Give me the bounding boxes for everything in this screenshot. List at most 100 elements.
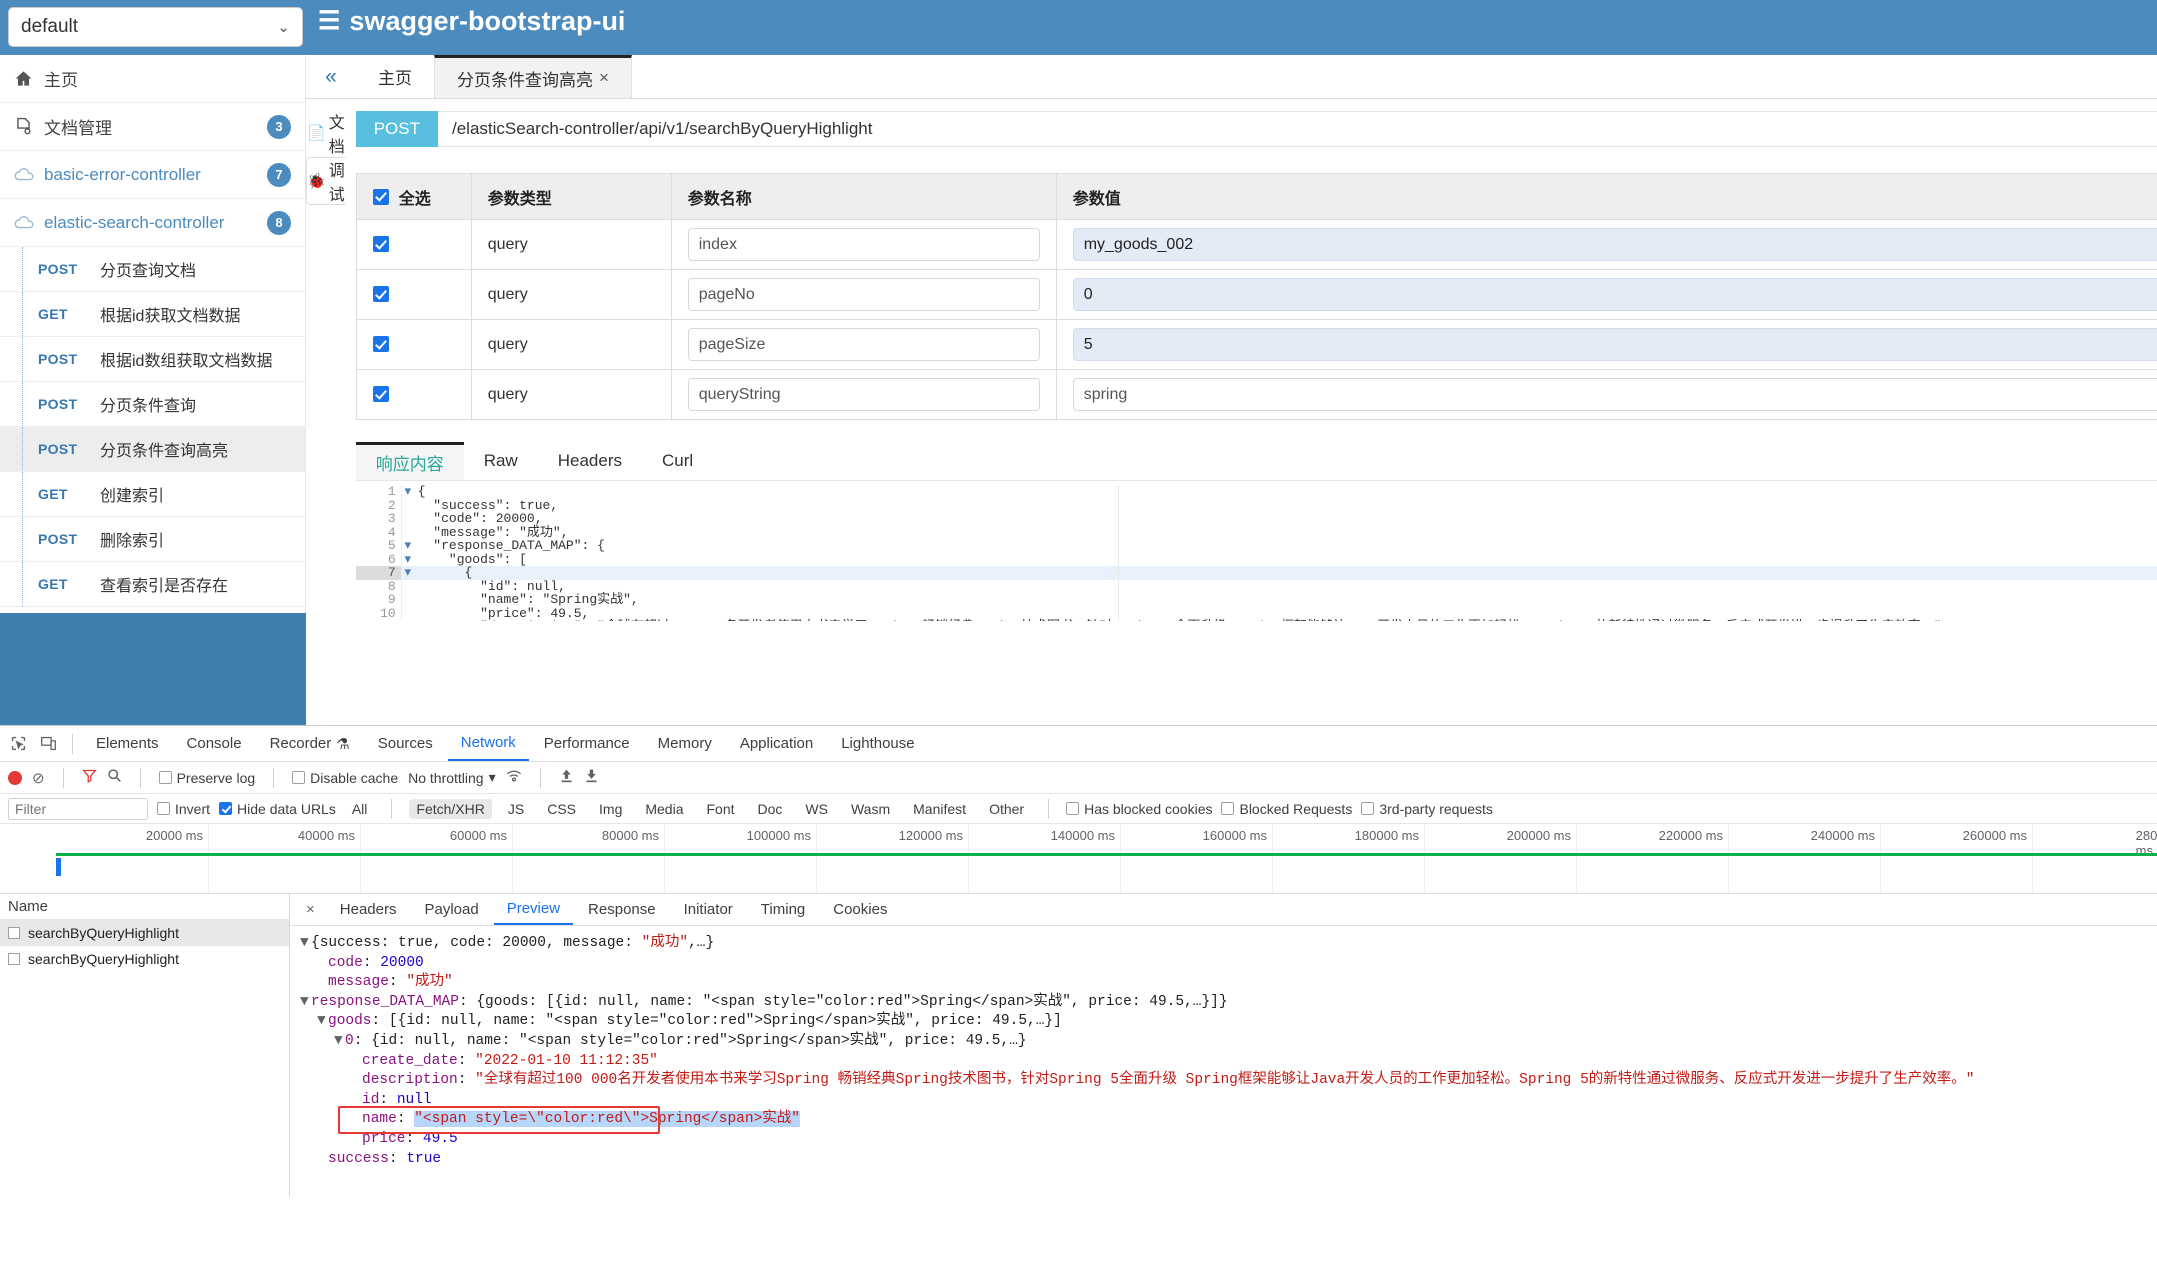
- preserve-log-toggle[interactable]: Preserve log: [158, 770, 255, 786]
- preview-tree-line[interactable]: ▼ goods: [{id: null, name: "<span style="…: [300, 1012, 2157, 1032]
- close-icon[interactable]: ×: [296, 901, 325, 918]
- filter-type-other[interactable]: Other: [982, 799, 1031, 819]
- api-item[interactable]: POST 分页条件查询: [0, 382, 305, 427]
- preview-tree-line[interactable]: price: 49.5: [300, 1130, 2157, 1150]
- preview-tree-line[interactable]: ▼ 0: {id: null, name: "<span style="color…: [300, 1032, 2157, 1052]
- has-blocked-cookies-checkbox[interactable]: [1066, 802, 1080, 815]
- code-fold-arrow-icon[interactable]: ▾: [402, 539, 414, 553]
- disable-cache-checkbox[interactable]: [292, 771, 306, 784]
- request-row-selected[interactable]: searchByQueryHighlight: [0, 920, 289, 946]
- api-item[interactable]: POST 删除索引: [0, 517, 305, 562]
- preview-tree-line[interactable]: name: "<span style=\"color:red\">Spring<…: [300, 1110, 2157, 1130]
- filter-input[interactable]: [8, 797, 148, 820]
- param-name-input[interactable]: [687, 378, 1040, 411]
- detail-tab-preview[interactable]: Preview: [493, 894, 574, 925]
- preserve-log-checkbox[interactable]: [158, 771, 172, 784]
- select-all-checkbox[interactable]: [372, 188, 389, 205]
- menu-icon[interactable]: ☰: [318, 9, 340, 34]
- preview-json-tree[interactable]: ▼ {success: true, code: 20000, message: "…: [290, 926, 2157, 1169]
- double-chevron-left-icon[interactable]: «: [306, 55, 356, 98]
- param-name-input[interactable]: [687, 328, 1040, 361]
- disable-cache-toggle[interactable]: Disable cache: [292, 770, 398, 786]
- response-tab-curl[interactable]: Curl: [642, 442, 713, 480]
- close-icon[interactable]: ×: [599, 68, 609, 88]
- disclosure-triangle-icon[interactable]: ▼: [334, 1032, 345, 1052]
- filter-type-media[interactable]: Media: [638, 799, 690, 819]
- param-value-input[interactable]: [1072, 228, 2157, 261]
- filter-type-all[interactable]: All: [345, 799, 375, 819]
- code-fold-arrow-icon[interactable]: ▾: [402, 485, 414, 499]
- invert-checkbox[interactable]: [157, 802, 170, 815]
- devtools-tab-lighthouse[interactable]: Lighthouse: [828, 726, 927, 761]
- export-har-icon[interactable]: [584, 768, 599, 787]
- search-icon[interactable]: [107, 768, 122, 787]
- param-value-input[interactable]: [1072, 328, 2157, 361]
- row-checkbox[interactable]: [372, 236, 389, 253]
- row-checkbox[interactable]: [372, 386, 389, 403]
- preview-tree-line[interactable]: message: "成功": [300, 973, 2157, 993]
- disclosure-triangle-icon[interactable]: ▼: [300, 993, 311, 1013]
- request-row[interactable]: searchByQueryHighlight: [0, 946, 289, 972]
- preview-tree-line[interactable]: description: "全球有超过100 000名开发者使用本书来学习Spr…: [300, 1071, 2157, 1091]
- filter-type-fetch-xhr[interactable]: Fetch/XHR: [409, 798, 492, 819]
- filter-type-ws[interactable]: WS: [798, 799, 835, 819]
- response-code-editor[interactable]: 1 ▾{2 "success": true, 3 "code": 20000, 4 "…: [355, 485, 2157, 621]
- network-timeline[interactable]: 20000 ms 40000 ms 60000 ms 80000 ms 100000 m…: [0, 824, 2157, 894]
- sidebar-item-basic-error-controller[interactable]: basic-error-controller 7: [0, 151, 305, 199]
- record-stop-icon[interactable]: [8, 770, 22, 785]
- third-party-requests-toggle[interactable]: 3rd-party requests: [1361, 801, 1493, 817]
- preview-tree-line[interactable]: success: true: [300, 1150, 2157, 1170]
- preview-tree-line[interactable]: code: 20000: [300, 954, 2157, 974]
- api-item[interactable]: POST 根据id数组获取文档数据: [0, 337, 305, 382]
- hide-data-urls-toggle[interactable]: Hide data URLs: [219, 801, 336, 817]
- clear-icon[interactable]: ⊘: [32, 769, 45, 787]
- detail-tab-headers[interactable]: Headers: [327, 894, 410, 925]
- code-fold-arrow-icon[interactable]: ▾: [402, 566, 414, 580]
- preview-tree-line[interactable]: create_date: "2022-01-10 11:12:35": [300, 1052, 2157, 1072]
- row-checkbox[interactable]: [372, 286, 389, 303]
- sidebar-item-elastic-search-controller[interactable]: elastic-search-controller 8: [0, 199, 305, 247]
- row-checkbox[interactable]: [372, 336, 389, 353]
- blocked-requests-toggle[interactable]: Blocked Requests: [1221, 801, 1352, 817]
- devtools-tab-network[interactable]: Network: [447, 726, 529, 761]
- api-item[interactable]: GET 查看索引是否存在: [0, 562, 305, 607]
- detail-tab-payload[interactable]: Payload: [411, 894, 491, 925]
- devtools-tab-console[interactable]: Console: [174, 726, 255, 761]
- detail-tab-timing[interactable]: Timing: [748, 894, 818, 925]
- content-tab-home[interactable]: 主页: [356, 55, 434, 98]
- request-url[interactable]: /elasticSearch-controller/api/v1/searchB…: [438, 111, 2157, 147]
- funnel-icon[interactable]: [81, 768, 97, 787]
- detail-tab-response[interactable]: Response: [575, 894, 669, 925]
- response-tab-headers[interactable]: Headers: [538, 442, 642, 480]
- param-name-input[interactable]: [687, 228, 1040, 261]
- devtools-tab-memory[interactable]: Memory: [645, 726, 725, 761]
- param-value-input[interactable]: [1072, 378, 2157, 411]
- filter-type-css[interactable]: CSS: [540, 799, 583, 819]
- filter-type-js[interactable]: JS: [501, 799, 531, 819]
- preview-tree-line[interactable]: ▼ response_DATA_MAP: {goods: [{id: null, …: [300, 993, 2157, 1013]
- device-toolbar-icon[interactable]: [34, 730, 62, 758]
- content-tab-active[interactable]: 分页条件查询高亮 ×: [434, 55, 632, 98]
- api-item-selected[interactable]: POST 分页条件查询高亮: [0, 427, 305, 472]
- param-value-input[interactable]: [1072, 278, 2157, 311]
- sidebar-item-doc-management[interactable]: 文档管理 3: [0, 103, 305, 151]
- devtools-tab-application[interactable]: Application: [727, 726, 826, 761]
- sidebar-item-home[interactable]: 主页: [0, 55, 305, 103]
- param-name-input[interactable]: [687, 278, 1040, 311]
- tab-debug[interactable]: 🐞 调试: [306, 157, 346, 205]
- invert-toggle[interactable]: Invert: [157, 801, 210, 817]
- devtools-tab-performance[interactable]: Performance: [531, 726, 643, 761]
- disclosure-triangle-icon[interactable]: ▼: [300, 934, 311, 954]
- network-conditions-icon[interactable]: [506, 769, 522, 787]
- import-har-icon[interactable]: [559, 768, 574, 787]
- detail-tab-cookies[interactable]: Cookies: [820, 894, 900, 925]
- preview-tree-line[interactable]: id: null: [300, 1091, 2157, 1111]
- environment-select[interactable]: default ⌄: [8, 7, 303, 47]
- api-item[interactable]: GET 根据id获取文档数据: [0, 292, 305, 337]
- blocked-requests-checkbox[interactable]: [1221, 802, 1235, 815]
- api-item[interactable]: GET 创建索引: [0, 472, 305, 517]
- devtools-tab-sources[interactable]: Sources: [365, 726, 446, 761]
- has-blocked-cookies-toggle[interactable]: Has blocked cookies: [1066, 801, 1212, 817]
- response-tab-raw[interactable]: Raw: [464, 442, 538, 480]
- response-tab-content[interactable]: 响应内容: [355, 442, 464, 480]
